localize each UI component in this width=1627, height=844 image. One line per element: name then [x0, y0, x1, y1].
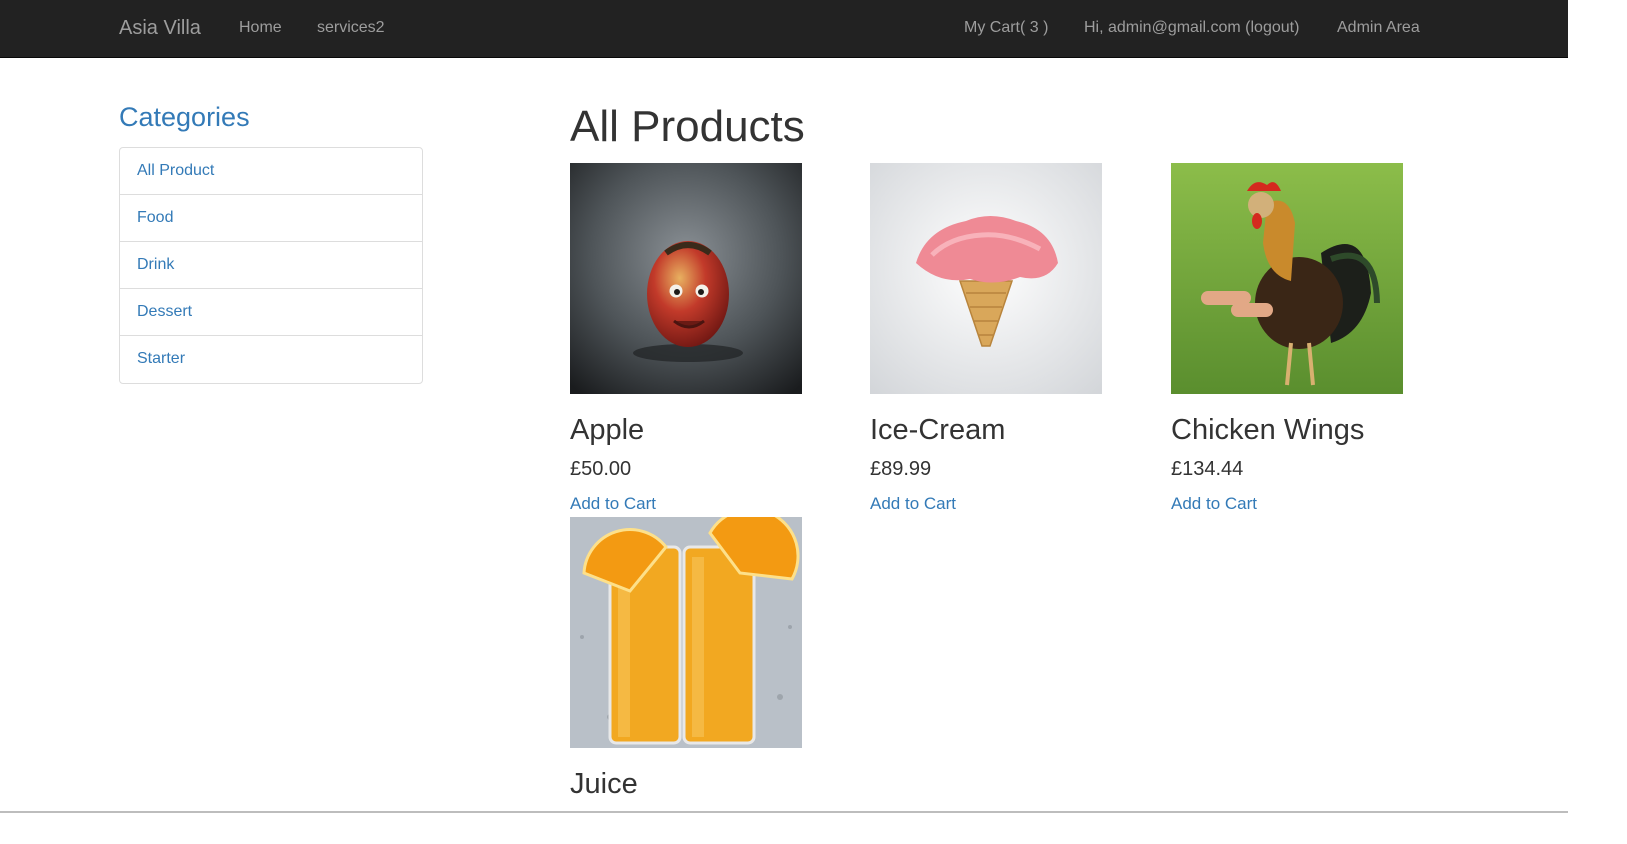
product-image-juice[interactable] [570, 517, 802, 748]
category-item-dessert[interactable]: Dessert [120, 289, 422, 336]
category-item-starter[interactable]: Starter [120, 336, 422, 383]
category-item-drink[interactable]: Drink [120, 242, 422, 289]
nav-admin-link[interactable]: Admin Area [1337, 0, 1420, 56]
page-title: All Products [570, 102, 805, 151]
top-navbar: Asia Villa Home services2 My Cart( 3 ) H… [0, 0, 1568, 58]
product-image-ice-cream[interactable] [870, 163, 1102, 394]
orange-juice-photo-icon [570, 517, 802, 748]
rooster-photo-icon [1171, 163, 1403, 394]
product-name: Apple [570, 414, 645, 446]
add-to-cart-link[interactable]: Add to Cart [870, 494, 956, 514]
product-card-ice-cream: Ice-Cream £89.99 Add to Cart [870, 163, 1102, 513]
product-name: Chicken Wings [1171, 414, 1365, 446]
categories-title: Categories [119, 102, 250, 132]
footer-divider [0, 811, 1568, 813]
nav-cart-link[interactable]: My Cart( 3 ) [964, 0, 1048, 56]
category-list: All Product Food Drink Dessert Starter [119, 147, 423, 384]
ice-cream-photo-icon [870, 163, 1102, 394]
nav-user-logout-link[interactable]: Hi, admin@gmail.com (logout) [1084, 0, 1299, 56]
product-card-juice: Juice [570, 517, 802, 800]
apple-photo-icon [570, 163, 802, 394]
add-to-cart-link[interactable]: Add to Cart [570, 494, 656, 514]
add-to-cart-link[interactable]: Add to Cart [1171, 494, 1257, 514]
nav-home-link[interactable]: Home [239, 0, 282, 56]
product-image-apple[interactable] [570, 163, 802, 394]
category-item-food[interactable]: Food [120, 195, 422, 242]
page: Asia Villa Home services2 My Cart( 3 ) H… [0, 0, 1568, 844]
brand-link[interactable]: Asia Villa [119, 0, 201, 56]
page-margin [1568, 0, 1627, 844]
product-price: £50.00 [570, 458, 632, 480]
product-price: £134.44 [1171, 458, 1244, 480]
nav-services-link[interactable]: services2 [317, 0, 385, 56]
product-price: £89.99 [870, 458, 932, 480]
product-image-chicken-wings[interactable] [1171, 163, 1403, 394]
product-name: Ice-Cream [870, 414, 1006, 446]
product-name: Juice [570, 768, 638, 800]
product-card-apple: Apple £50.00 Add to Cart [570, 163, 802, 513]
product-card-chicken-wings: Chicken Wings £134.44 Add to Cart [1171, 163, 1403, 513]
category-item-all-product[interactable]: All Product [120, 148, 422, 195]
